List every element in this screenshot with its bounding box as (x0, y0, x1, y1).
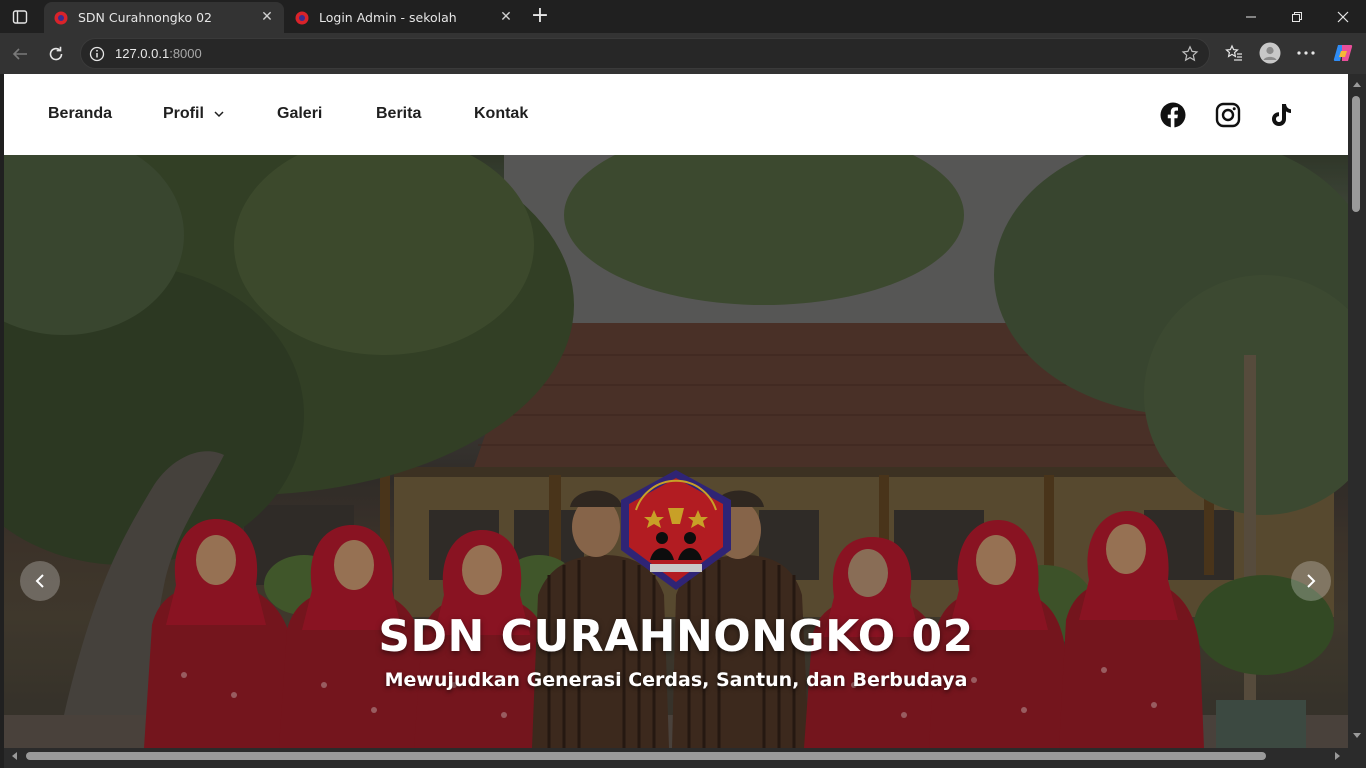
address-url: 127.0.0.1:8000 (115, 46, 202, 61)
hero-banner: SDN CURAHNONGKO 02 Mewujudkan Generasi C… (4, 155, 1348, 748)
nav-beranda[interactable]: Beranda (48, 105, 112, 123)
site-navbar: Beranda Profil Galeri Berita Kontak (4, 74, 1348, 155)
tab-title: SDN Curahnongko 02 (78, 10, 213, 25)
vertical-scroll-thumb[interactable] (1352, 96, 1360, 212)
horizontal-scrollbar[interactable] (4, 748, 1366, 768)
instagram-icon[interactable] (1215, 102, 1241, 128)
restore-icon[interactable] (1274, 0, 1320, 33)
chevron-right-icon (1307, 574, 1316, 588)
browser-toolbar: 127.0.0.1:8000 (0, 33, 1366, 74)
page-viewport: Beranda Profil Galeri Berita Kontak SDN … (4, 74, 1348, 748)
carousel-prev-button[interactable] (20, 561, 60, 601)
chevron-down-icon (214, 111, 224, 117)
school-favicon-icon (295, 11, 309, 24)
minimize-icon[interactable] (1228, 0, 1274, 33)
sidebar-toggle-icon[interactable] (8, 6, 32, 28)
close-tab-icon[interactable]: ✕ (260, 10, 274, 24)
close-tab-icon[interactable]: ✕ (499, 10, 513, 24)
browser-tab-bar: SDN Curahnongko 02 ✕ Login Admin - sekol… (0, 0, 1366, 33)
more-options-icon[interactable] (1295, 42, 1317, 64)
site-info-icon[interactable] (89, 46, 105, 62)
nav-galeri[interactable]: Galeri (277, 105, 322, 123)
favorite-star-icon[interactable] (1181, 45, 1199, 63)
chevron-left-icon (35, 574, 44, 588)
new-tab-button[interactable]: + (528, 5, 552, 29)
nav-berita[interactable]: Berita (376, 105, 421, 123)
scroll-up-arrow-icon[interactable] (1352, 80, 1362, 88)
reload-icon[interactable] (43, 41, 69, 67)
back-arrow-icon[interactable] (7, 41, 33, 67)
facebook-icon[interactable] (1160, 102, 1186, 128)
address-bar[interactable]: 127.0.0.1:8000 (80, 38, 1210, 69)
school-favicon-icon (54, 11, 68, 24)
vertical-scrollbar[interactable] (1348, 74, 1366, 748)
horizontal-scroll-thumb[interactable] (26, 752, 1266, 760)
profile-avatar-icon[interactable] (1259, 42, 1281, 64)
favorites-icon[interactable] (1223, 42, 1245, 64)
hero-subtitle: Mewujudkan Generasi Cerdas, Santun, dan … (384, 669, 968, 691)
close-window-icon[interactable] (1320, 0, 1366, 33)
carousel-next-button[interactable] (1291, 561, 1331, 601)
copilot-icon[interactable] (1332, 42, 1354, 64)
tiktok-icon[interactable] (1268, 102, 1294, 128)
tab-title: Login Admin - sekolah (319, 10, 457, 25)
tab-login-admin[interactable]: Login Admin - sekolah ✕ (285, 2, 523, 33)
scroll-down-arrow-icon[interactable] (1352, 732, 1362, 740)
scroll-right-arrow-icon[interactable] (1334, 751, 1342, 761)
scroll-left-arrow-icon[interactable] (10, 751, 18, 761)
nav-kontak[interactable]: Kontak (474, 105, 528, 123)
nav-profil[interactable]: Profil (163, 105, 224, 123)
hero-title: SDN CURAHNONGKO 02 (378, 611, 974, 662)
tab-sdn-curahnongko[interactable]: SDN Curahnongko 02 ✕ (44, 2, 284, 33)
